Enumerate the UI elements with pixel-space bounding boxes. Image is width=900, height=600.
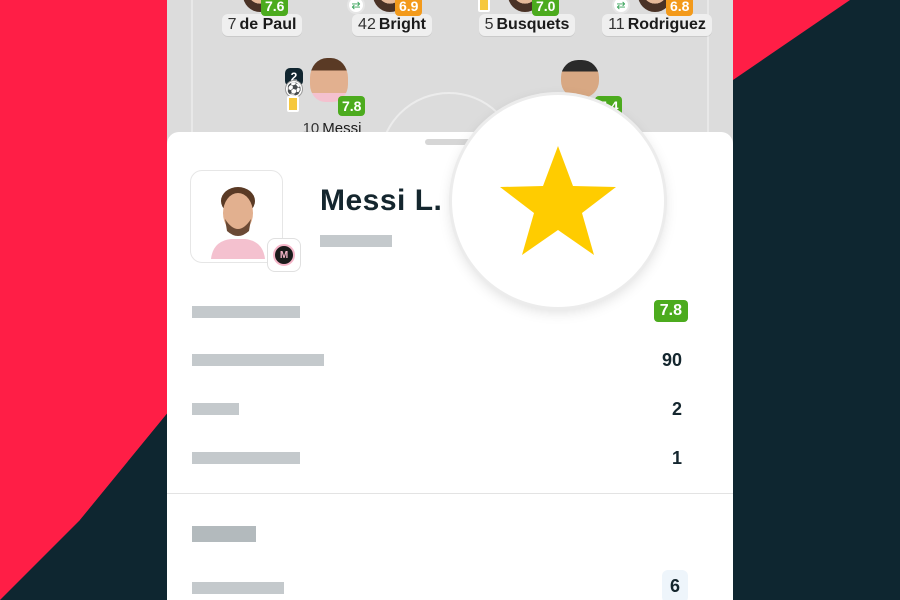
stat-label-placeholder [192, 306, 300, 318]
player-rodriguez[interactable]: ⇄ 6.8 11 Rodriguez [602, 0, 712, 36]
player-portrait [211, 187, 265, 259]
player-name-label: 42 Bright [352, 14, 432, 36]
stat-rating-badge: 7.8 [653, 300, 688, 322]
player-rating-badge: 7.8 [338, 96, 366, 116]
substitution-icon: ⇄ [612, 0, 630, 14]
stat-label-placeholder [192, 354, 324, 366]
player-subtitle-placeholder [320, 235, 392, 247]
favorite-star-highlight[interactable] [452, 95, 664, 307]
player-name-label: 7 de Paul [221, 14, 303, 36]
stat-row: 90 [192, 350, 710, 370]
player-de-paul[interactable]: 7.6 7 de Paul [207, 0, 317, 36]
stat-value-box: 6 [661, 570, 688, 600]
player-bright[interactable]: ⇄ 6.9 42 Bright [337, 0, 447, 36]
stat-row: 1 [192, 448, 710, 468]
yellow-card-icon [478, 0, 490, 12]
stat-row: 6 [192, 570, 710, 600]
stat-row: 7.8 [192, 300, 710, 322]
player-rating-badge: 6.9 [395, 0, 423, 16]
star-icon[interactable] [496, 142, 620, 260]
club-logo-icon: M [273, 244, 295, 266]
club-badge: M [267, 238, 301, 272]
player-busquets[interactable]: 7.0 5 Busquets [472, 0, 582, 36]
player-messi-pitch[interactable]: 2 ⚽ 7.8 10 Messi [272, 58, 392, 139]
player-photo [561, 60, 599, 98]
substitution-icon: ⇄ [347, 0, 365, 14]
stat-label-placeholder [192, 403, 239, 415]
stat-value: 90 [661, 350, 682, 370]
player-rating-badge: 7.0 [532, 0, 560, 16]
player-name-label: 5 Busquets [478, 14, 576, 36]
section-divider [167, 493, 733, 494]
yellow-card-icon [287, 96, 299, 112]
stat-value: 1 [671, 448, 682, 468]
section-title-placeholder [192, 526, 256, 542]
player-rating-badge: 7.6 [261, 0, 289, 16]
stat-value: 2 [671, 399, 682, 419]
player-name-title: Messi L. [320, 184, 443, 217]
player-rating-badge: 6.8 [666, 0, 694, 16]
player-name-label: 11 Rodriguez [602, 14, 712, 36]
stat-label-placeholder [192, 452, 300, 464]
stat-label-placeholder [192, 582, 284, 594]
stat-row: 2 [192, 399, 710, 419]
